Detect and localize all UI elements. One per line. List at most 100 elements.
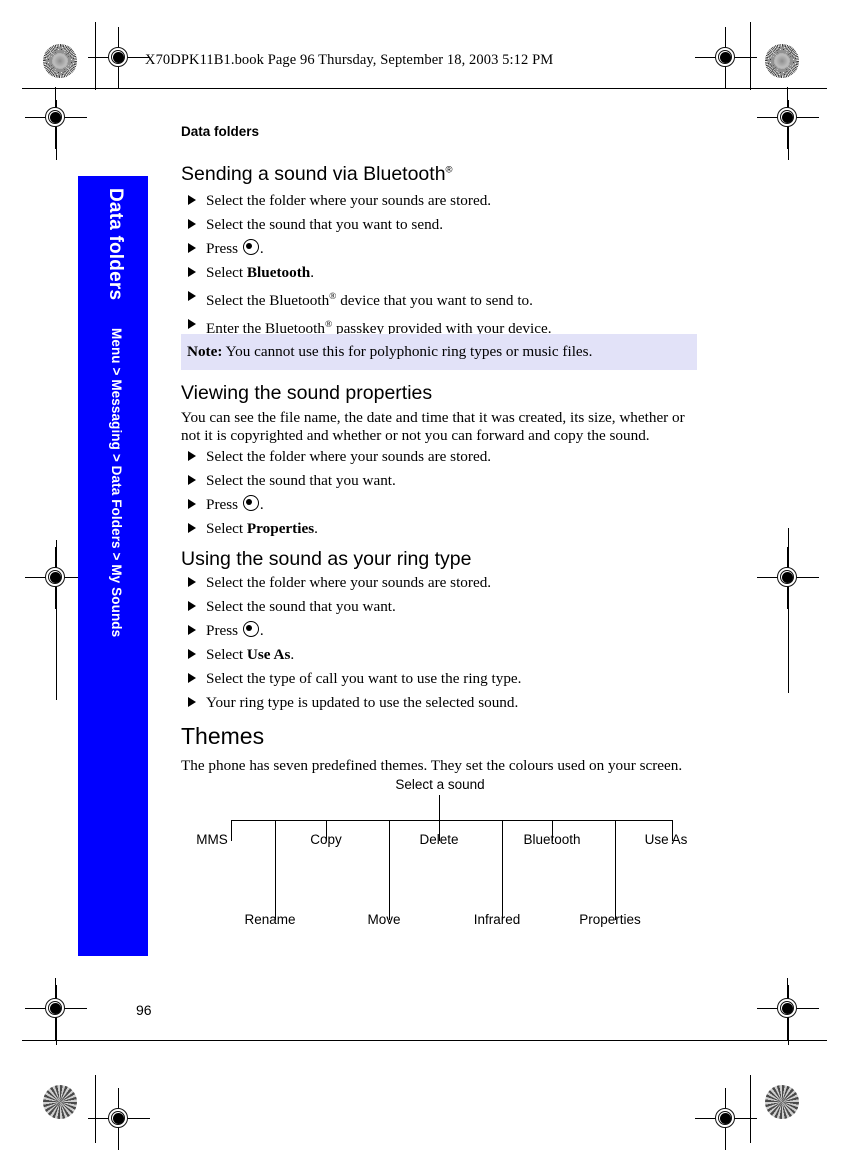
registration-mark-top-right xyxy=(695,27,757,89)
steps-sending-sound: Select the folder where your sounds are … xyxy=(181,189,552,341)
navigation-key-icon xyxy=(242,239,259,255)
paragraph-themes: The phone has seven predefined themes. T… xyxy=(181,757,683,774)
bullet-triangle-icon xyxy=(188,243,196,253)
list-item: Select Properties. xyxy=(181,517,491,541)
registration-mark-middle-right xyxy=(757,547,819,609)
tree-tick-move xyxy=(389,820,390,920)
tree-root-stem xyxy=(439,795,440,820)
step-text: Select the folder where your sounds are … xyxy=(206,574,492,591)
crop-rule-top-right xyxy=(750,22,751,90)
registration-mark-middle-left xyxy=(25,547,87,609)
note-text: You cannot use this for polyphonic ring … xyxy=(225,343,593,360)
trim-rule-bottom xyxy=(22,1040,827,1041)
tree-label-bluetooth: Bluetooth xyxy=(523,832,581,847)
registration-mark-bottom-right xyxy=(695,1088,757,1150)
list-item: Select the type of call you want to use … xyxy=(181,667,521,691)
bullet-triangle-icon xyxy=(188,601,196,611)
period: . xyxy=(314,520,318,537)
menu-item-bluetooth: Bluetooth xyxy=(246,264,311,281)
list-item: Your ring type is updated to use the sel… xyxy=(181,691,521,715)
list-item: Select the Bluetooth® device that you wa… xyxy=(181,285,552,313)
step-text: Select xyxy=(206,264,244,281)
tree-label-copy: Copy xyxy=(310,832,342,847)
step-text: Select xyxy=(206,646,244,663)
tree-horizontal-bus xyxy=(231,820,672,821)
side-tab-breadcrumb: Menu > Messaging > Data Folders > My Sou… xyxy=(109,328,124,638)
bullet-triangle-icon xyxy=(188,499,196,509)
period: . xyxy=(310,264,314,281)
bullet-triangle-icon xyxy=(188,451,196,461)
steps-using-ring-type: Select the folder where your sounds are … xyxy=(181,571,521,715)
registration-mark-lower-left xyxy=(25,978,87,1040)
star-target-top-right xyxy=(765,44,799,78)
bullet-triangle-icon xyxy=(188,291,196,301)
step-text: Select the folder where your sounds are … xyxy=(206,192,492,209)
menu-tree-diagram: Select a sound MMS Copy Delete Bluetooth… xyxy=(181,775,701,935)
tree-root-label: Select a sound xyxy=(395,777,485,792)
paragraph-viewing-sound-properties: You can see the file name, the date and … xyxy=(181,409,685,444)
tree-tick-mms xyxy=(231,820,232,841)
registration-mark-top-left xyxy=(88,27,150,89)
registration-mark-lower-right xyxy=(757,978,819,1040)
list-item: Press . xyxy=(181,493,491,517)
heading-themes: Themes xyxy=(181,723,265,749)
steps-viewing-properties: Select the folder where your sounds are … xyxy=(181,445,491,541)
step-text-cont: device that you want to send to. xyxy=(336,292,533,310)
tree-tick-rename xyxy=(275,820,276,920)
list-item: Select the sound that you want to send. xyxy=(181,213,552,237)
side-tab-title: Data folders xyxy=(105,188,126,301)
tree-label-mms: MMS xyxy=(196,832,228,847)
bullet-triangle-icon xyxy=(188,649,196,659)
heading-using-sound-ring-type: Using the sound as your ring type xyxy=(181,548,472,570)
tree-label-move: Move xyxy=(367,912,401,927)
bullet-triangle-icon xyxy=(188,319,196,330)
step-text: Select the sound that you want to send. xyxy=(206,216,444,233)
registered-mark: ® xyxy=(445,164,453,176)
bullet-triangle-icon xyxy=(188,523,196,533)
tree-label-delete: Delete xyxy=(419,832,459,847)
tree-label-infrared: Infrared xyxy=(473,912,521,927)
heading-sending-sound-bluetooth: Sending a sound via Bluetooth® xyxy=(181,163,453,186)
tree-tick-infrared xyxy=(502,820,503,920)
bullet-triangle-icon xyxy=(188,267,196,277)
crop-rule-bottom-left xyxy=(95,1075,96,1143)
period: . xyxy=(259,240,264,257)
bullet-triangle-icon xyxy=(188,697,196,707)
step-text: Press xyxy=(206,240,239,257)
note-callout: Note: You cannot use this for polyphonic… xyxy=(181,334,697,370)
navigation-key-icon xyxy=(242,621,259,637)
bullet-triangle-icon xyxy=(188,577,196,587)
step-text: Select the sound that you want. xyxy=(206,472,396,489)
registration-mark-upper-right xyxy=(757,87,819,149)
period: . xyxy=(259,622,264,639)
star-target-bottom-right xyxy=(765,1085,799,1119)
step-text: Select xyxy=(206,520,244,537)
bullet-triangle-icon xyxy=(188,673,196,683)
list-item: Select the folder where your sounds are … xyxy=(181,571,521,595)
menu-item-use-as: Use As xyxy=(246,646,291,663)
step-text: Select the type of call you want to use … xyxy=(206,670,522,687)
step-text: Select the folder where your sounds are … xyxy=(206,448,492,465)
manual-page: X70DPK11B1.book Page 96 Thursday, Septem… xyxy=(0,0,843,1156)
crop-rule-top-left xyxy=(95,22,96,90)
list-item: Select Use As. xyxy=(181,643,521,667)
period: . xyxy=(290,646,295,663)
registration-mark-bottom-left xyxy=(88,1088,150,1150)
bullet-triangle-icon xyxy=(188,195,196,205)
list-item: Select the sound that you want. xyxy=(181,595,521,619)
list-item: Press . xyxy=(181,237,552,261)
star-target-top-left xyxy=(43,44,77,78)
heading-viewing-sound-properties: Viewing the sound properties xyxy=(181,382,433,404)
running-head: Data folders xyxy=(181,124,260,139)
list-item: Select Bluetooth. xyxy=(181,261,552,285)
tree-label-properties: Properties xyxy=(579,912,641,927)
heading-text: Sending a sound via Bluetooth xyxy=(181,163,446,185)
bullet-triangle-icon xyxy=(188,219,196,229)
chapter-side-tab: Data folders Menu > Messaging > Data Fol… xyxy=(78,176,148,956)
page-number: 96 xyxy=(136,1002,152,1018)
tree-label-use-as: Use As xyxy=(644,832,688,847)
star-target-bottom-left xyxy=(43,1085,77,1119)
list-item: Select the sound that you want. xyxy=(181,469,491,493)
list-item: Select the folder where your sounds are … xyxy=(181,445,491,469)
menu-item-properties: Properties xyxy=(246,520,315,537)
